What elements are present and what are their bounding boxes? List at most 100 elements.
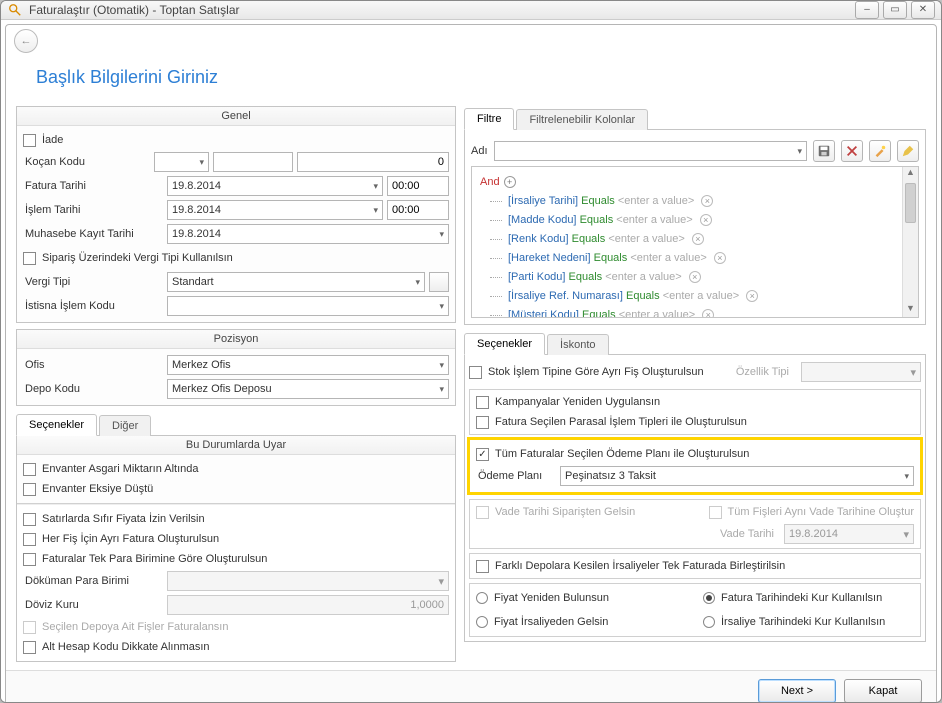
kocan-kodu-combo[interactable]: ▾ (154, 152, 209, 172)
filter-condition[interactable]: [Müşteri Kodu] Equals <enter a value> × (480, 306, 910, 318)
filter-condition[interactable]: [Hareket Nedeni] Equals <enter a value> … (480, 249, 910, 268)
fatura-kur-radio[interactable] (703, 592, 715, 604)
farkli-depolara-checkbox[interactable] (476, 560, 489, 573)
fiyat-irsaliyeden-row[interactable]: Fiyat İrsaliyeden Gelsin (476, 612, 687, 632)
filter-value[interactable]: <enter a value> (663, 290, 739, 302)
fiyat-irsaliyeden-radio[interactable] (476, 616, 488, 628)
tek-para-checkbox[interactable] (23, 553, 36, 566)
save-icon-button[interactable] (813, 140, 835, 162)
filter-op[interactable]: Equals (581, 195, 615, 207)
filter-remove-icon[interactable]: × (700, 214, 712, 226)
env-asgari-row[interactable]: Envanter Asgari Miktarın Altında (23, 459, 449, 479)
tum-faturalar-checkbox[interactable]: ✓ (476, 448, 489, 461)
depo-combo[interactable]: Merkez Ofis Deposu▾ (167, 379, 449, 399)
fiyat-yeniden-radio[interactable] (476, 592, 488, 604)
filter-condition[interactable]: [İrsaliye Ref. Numarası] Equals <enter a… (480, 287, 910, 306)
stok-islem-row[interactable]: Stok İşlem Tipine Göre Ayrı Fiş Oluşturu… (469, 359, 921, 385)
stok-islem-checkbox[interactable] (469, 366, 482, 379)
alt-hesap-row[interactable]: Alt Hesap Kodu Dikkate Alınmasın (23, 637, 449, 657)
her-fis-checkbox[interactable] (23, 533, 36, 546)
filter-op[interactable]: Equals (572, 233, 606, 245)
ofis-combo[interactable]: Merkez Ofis▾ (167, 355, 449, 375)
vergi-tipi-extra-button[interactable] (429, 272, 449, 292)
filter-op[interactable]: Equals (594, 252, 628, 264)
filter-condition[interactable]: [Parti Kodu] Equals <enter a value> × (480, 268, 910, 287)
filter-value[interactable]: <enter a value> (618, 195, 694, 207)
tab-diger[interactable]: Diğer (99, 415, 151, 436)
filter-remove-icon[interactable]: × (689, 271, 701, 283)
adi-combo[interactable]: ▾ (494, 141, 807, 161)
filter-field[interactable]: [Müşteri Kodu] (508, 309, 579, 318)
filter-remove-icon[interactable]: × (746, 290, 758, 302)
tum-faturalar-row[interactable]: ✓Tüm Faturalar Seçilen Ödeme Planı ile O… (476, 444, 914, 464)
kampanyalar-row[interactable]: Kampanyalar Yeniden Uygulansın (476, 392, 914, 412)
tab-kolonlar[interactable]: Filtrelenebilir Kolonlar (516, 109, 648, 130)
filter-value[interactable]: <enter a value> (605, 271, 681, 283)
edit-icon-button[interactable] (897, 140, 919, 162)
tab-sub-iskonto[interactable]: İskonto (547, 334, 608, 355)
filter-remove-icon[interactable]: × (701, 195, 713, 207)
filter-scrollbar[interactable]: ▲ ▼ (902, 167, 918, 317)
kocan-kodu-num-input[interactable] (297, 152, 449, 172)
tab-filtre[interactable]: Filtre (464, 108, 514, 130)
fatura-kur-row[interactable]: Fatura Tarihindeki Kur Kullanılsın (703, 588, 914, 608)
minimize-button[interactable]: – (855, 1, 879, 19)
irsaliye-kur-row[interactable]: İrsaliye Tarihindeki Kur Kullanılsın (703, 612, 914, 632)
next-button[interactable]: Next > (758, 679, 836, 703)
fatura-parasal-row[interactable]: Fatura Seçilen Parasal İşlem Tipleri ile… (476, 412, 914, 432)
filter-value[interactable]: <enter a value> (616, 214, 692, 226)
satir-sifir-row[interactable]: Satırlarda Sıfır Fiyata İzin Verilsin (23, 509, 449, 529)
fatura-tarihi-date[interactable]: 19.8.2014▾ (167, 176, 383, 196)
filter-condition[interactable]: [Madde Kodu] Equals <enter a value> × (480, 211, 910, 230)
filter-op[interactable]: Equals (626, 290, 660, 302)
filter-field[interactable]: [Parti Kodu] (508, 271, 565, 283)
filter-condition[interactable]: [Renk Kodu] Equals <enter a value> × (480, 230, 910, 249)
siparis-vergi-row[interactable]: Sipariş Üzerindeki Vergi Tipi Kullanılsı… (23, 246, 449, 270)
filter-field[interactable]: [İrsaliye Tarihi] (508, 195, 578, 207)
iade-checkbox-row[interactable]: İade (23, 130, 449, 150)
fatura-tarihi-time[interactable] (387, 176, 449, 196)
close-button[interactable]: ✕ (911, 1, 935, 19)
scroll-up-icon[interactable]: ▲ (903, 167, 918, 181)
filter-field[interactable]: [İrsaliye Ref. Numarası] (508, 290, 623, 302)
fatura-parasal-checkbox[interactable] (476, 416, 489, 429)
back-button[interactable]: ← (14, 29, 38, 53)
filter-field[interactable]: [Madde Kodu] (508, 214, 577, 226)
filter-value[interactable]: <enter a value> (608, 233, 684, 245)
filter-and-root[interactable]: And (480, 176, 500, 188)
iade-checkbox[interactable] (23, 134, 36, 147)
odeme-plani-combo[interactable]: Peşinatsız 3 Taksit▾ (560, 466, 914, 486)
muh-kayit-date[interactable]: 19.8.2014▾ (167, 224, 449, 244)
tek-para-row[interactable]: Faturalar Tek Para Birimine Göre Oluştur… (23, 549, 449, 569)
filter-op[interactable]: Equals (580, 214, 614, 226)
islem-tarihi-date[interactable]: 19.8.2014▾ (167, 200, 383, 220)
filter-value[interactable]: <enter a value> (630, 252, 706, 264)
filter-remove-icon[interactable]: × (714, 252, 726, 264)
env-eksi-checkbox[interactable] (23, 483, 36, 496)
islem-tarihi-time[interactable] (387, 200, 449, 220)
filter-field[interactable]: [Hareket Nedeni] (508, 252, 591, 264)
satir-sifir-checkbox[interactable] (23, 513, 36, 526)
siparis-vergi-checkbox[interactable] (23, 252, 36, 265)
filter-op[interactable]: Equals (582, 309, 616, 318)
filter-condition[interactable]: [İrsaliye Tarihi] Equals <enter a value>… (480, 192, 910, 211)
tab-secenekler[interactable]: Seçenekler (16, 414, 97, 436)
close-wizard-button[interactable]: Kapat (844, 679, 922, 703)
maximize-button[interactable]: ▭ (883, 1, 907, 19)
istisna-kodu-combo[interactable]: ▾ (167, 296, 449, 316)
env-asgari-checkbox[interactable] (23, 463, 36, 476)
kampanyalar-checkbox[interactable] (476, 396, 489, 409)
filter-remove-icon[interactable]: × (692, 233, 704, 245)
delete-icon-button[interactable] (841, 140, 863, 162)
alt-hesap-checkbox[interactable] (23, 641, 36, 654)
vergi-tipi-combo[interactable]: Standart▾ (167, 272, 425, 292)
filter-value[interactable]: <enter a value> (619, 309, 695, 318)
tab-sub-secenekler[interactable]: Seçenekler (464, 333, 545, 355)
filter-field[interactable]: [Renk Kodu] (508, 233, 569, 245)
fiyat-yeniden-row[interactable]: Fiyat Yeniden Bulunsun (476, 588, 687, 608)
kocan-kodu-mid-input[interactable] (213, 152, 293, 172)
env-eksi-row[interactable]: Envanter Eksiye Düştü (23, 479, 449, 499)
filter-op[interactable]: Equals (569, 271, 603, 283)
scroll-thumb[interactable] (905, 183, 916, 223)
irsaliye-kur-radio[interactable] (703, 616, 715, 628)
